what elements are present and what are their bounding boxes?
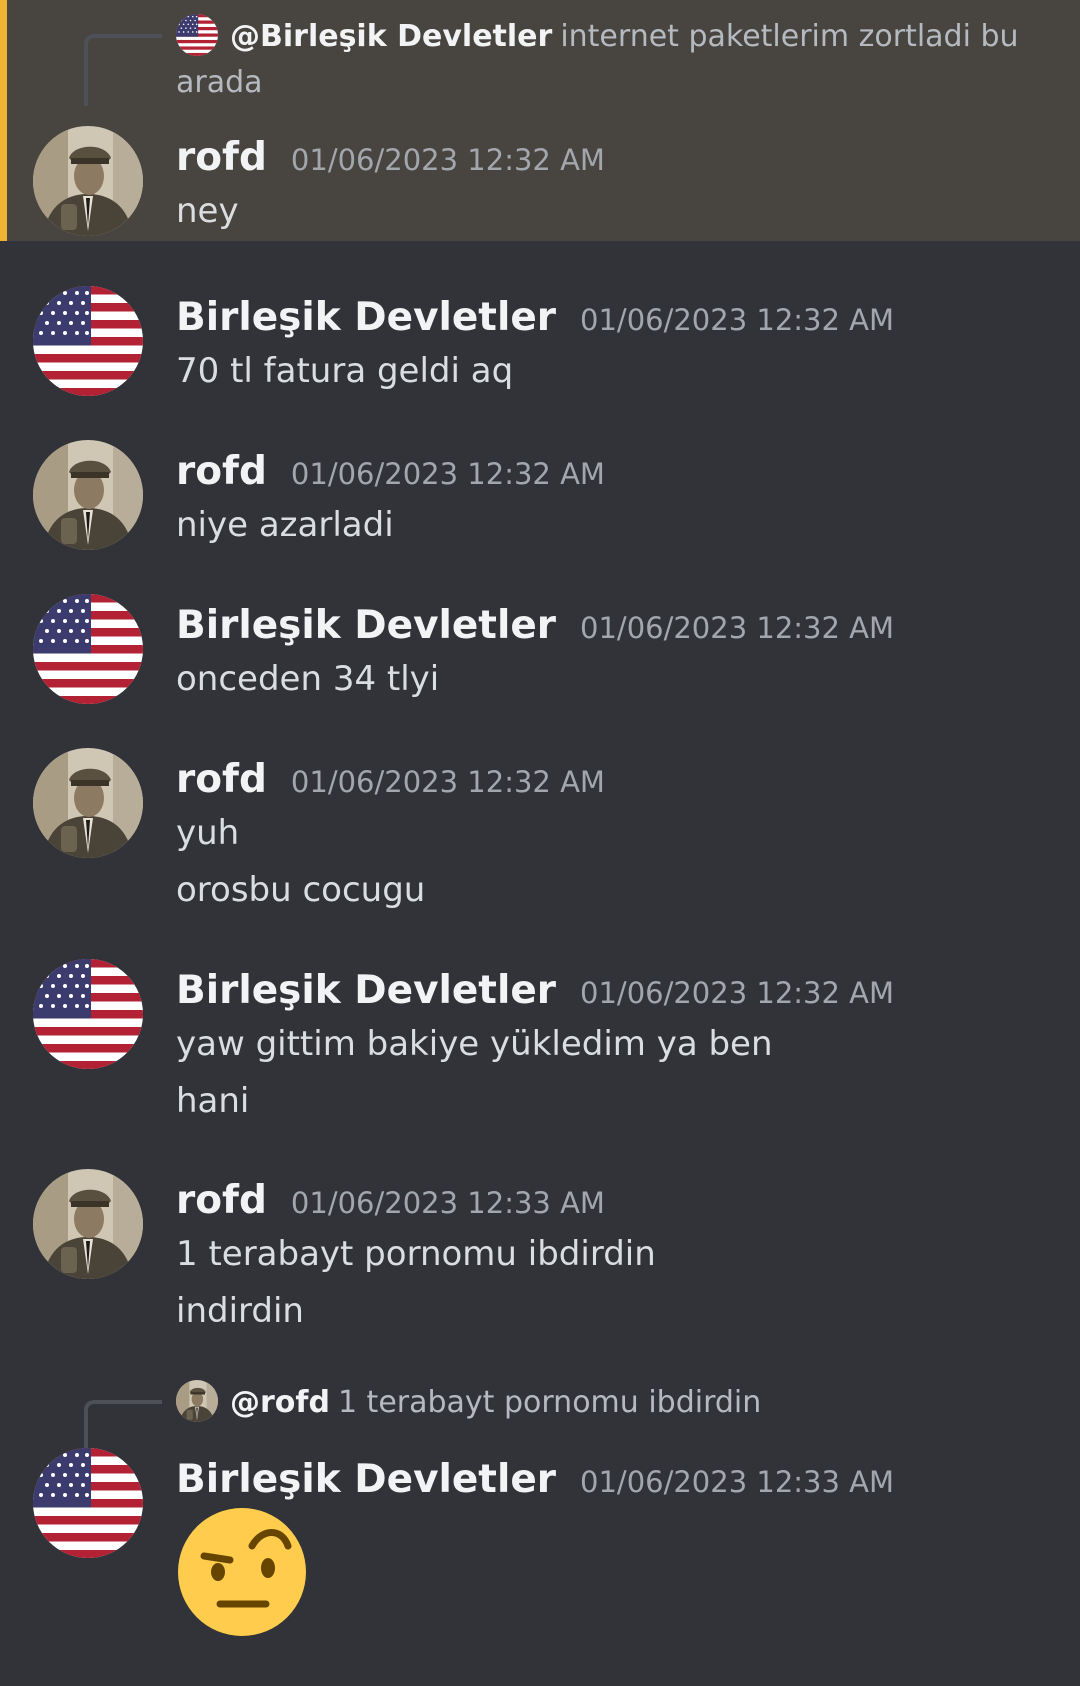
avatar[interactable] [33,440,143,550]
message-header: Birleşik Devletler 01/06/2023 12:33 AM [176,1452,894,1508]
reply-preview[interactable]: @Birleşik Devletler internet paketlerim z… [176,14,1020,106]
timestamp[interactable]: 01/06/2023 12:32 AM [580,611,894,645]
timestamp[interactable]: 01/06/2023 12:32 AM [291,457,605,491]
soldier-portrait-icon [33,440,143,550]
us-flag-icon [33,959,143,1069]
us-flag-icon [33,1448,143,1558]
timestamp[interactable]: 01/06/2023 12:32 AM [580,976,894,1010]
username[interactable]: rofd [176,757,267,802]
timestamp[interactable]: 01/06/2023 12:33 AM [580,1465,894,1499]
message-text: hani [176,1081,250,1121]
message-text: ney [176,191,239,231]
avatar[interactable] [33,748,143,858]
message-text: yuh [176,813,240,853]
avatar[interactable] [33,959,143,1069]
username[interactable]: rofd [176,1178,267,1223]
message-header: rofd 01/06/2023 12:33 AM [176,1173,605,1229]
username[interactable]: Birleşik Devletler [176,1457,556,1502]
avatar[interactable] [33,1448,143,1558]
timestamp[interactable]: 01/06/2023 12:32 AM [580,303,894,337]
reply-preview[interactable]: @rofd 1 terabayt pornomu ibdirdin [176,1380,1020,1426]
soldier-portrait-icon [33,126,143,236]
username[interactable]: Birleşik Devletler [176,968,556,1013]
avatar[interactable] [33,1169,143,1279]
reply-author[interactable]: @rofd [230,1385,330,1420]
message-header: rofd 01/06/2023 12:32 AM [176,130,605,186]
timestamp[interactable]: 01/06/2023 12:33 AM [291,1186,605,1220]
username[interactable]: Birleşik Devletler [176,603,556,648]
timestamp[interactable]: 01/06/2023 12:32 AM [291,765,605,799]
reply-author[interactable]: @Birleşik Devletler [230,19,552,54]
username[interactable]: rofd [176,449,267,494]
us-flag-icon [33,594,143,704]
us-flag-icon [33,286,143,396]
message-header: Birleşik Devletler 01/06/2023 12:32 AM [176,963,894,1019]
message-text: onceden 34 tlyi [176,659,440,699]
avatar[interactable] [33,126,143,236]
message-text: 70 tl fatura geldi aq [176,351,514,391]
username[interactable]: rofd [176,135,267,180]
message-header: rofd 01/06/2023 12:32 AM [176,752,605,808]
message-text: niye azarladi [176,505,394,545]
reply-connector [84,34,162,106]
soldier-portrait-icon [33,1169,143,1279]
chat-message-list: @Birleşik Devletler internet paketlerim z… [0,0,1080,1686]
message-text: yaw gittim bakiye yükledim ya ben [176,1024,773,1064]
message-header: Birleşik Devletler 01/06/2023 12:32 AM [176,598,894,654]
message-header: Birleşik Devletler 01/06/2023 12:32 AM [176,290,894,346]
reply-text: 1 terabayt pornomu ibdirdin [337,1385,762,1420]
avatar[interactable] [33,594,143,704]
message-text: 1 terabayt pornomu ibdirdin [176,1234,656,1274]
username[interactable]: Birleşik Devletler [176,295,556,340]
reply-avatar-soldier-portrait-icon [176,1380,218,1422]
avatar[interactable] [33,286,143,396]
mention-highlight-bar [0,0,7,241]
message-header: rofd 01/06/2023 12:32 AM [176,444,605,500]
face-with-raised-eyebrow-emoji-icon[interactable] [176,1506,308,1638]
message-text: orosbu cocugu [176,870,426,910]
reply-avatar-us-flag-icon [176,14,218,56]
timestamp[interactable]: 01/06/2023 12:32 AM [291,143,605,177]
message-text: indirdin [176,1291,304,1331]
soldier-portrait-icon [33,748,143,858]
